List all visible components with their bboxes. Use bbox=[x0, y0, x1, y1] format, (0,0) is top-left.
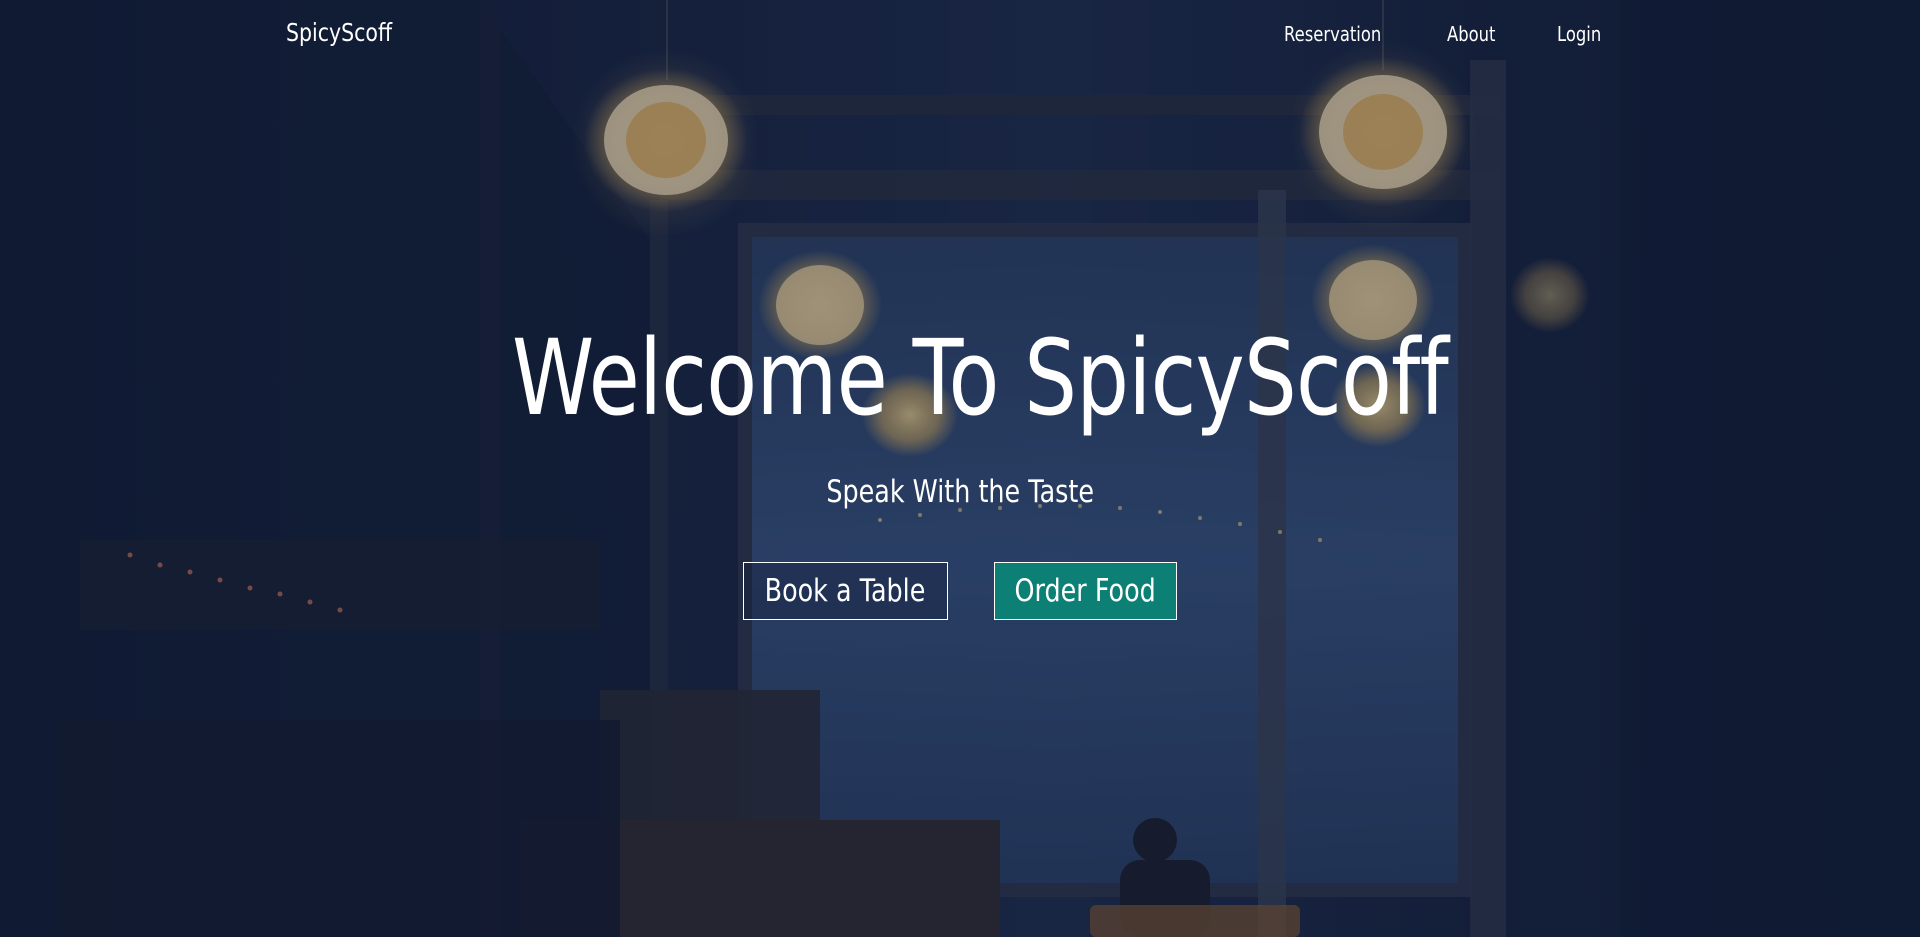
hero-dim-overlay bbox=[0, 0, 1920, 937]
hero-title-text: Welcome To SpicyScoff bbox=[511, 317, 1449, 439]
order-food-button-label: Order Food bbox=[1014, 573, 1157, 609]
hero-subtitle: Speak With the Taste bbox=[0, 474, 1920, 510]
top-navbar: SpicyScoff Reservation About Login bbox=[0, 0, 1920, 72]
brand-logo-text[interactable]: SpicyScoff bbox=[286, 18, 392, 47]
nav-link-login[interactable]: Login bbox=[1557, 22, 1601, 46]
hero-title: Welcome To SpicyScoff bbox=[0, 318, 1920, 438]
order-food-button[interactable]: Order Food bbox=[994, 562, 1177, 620]
nav-link-reservation[interactable]: Reservation bbox=[1284, 22, 1381, 46]
nav-link-about[interactable]: About bbox=[1447, 22, 1495, 46]
book-table-button[interactable]: Book a Table bbox=[743, 562, 948, 620]
book-table-button-label: Book a Table bbox=[765, 573, 926, 609]
hero-subtitle-text: Speak With the Taste bbox=[826, 474, 1094, 510]
